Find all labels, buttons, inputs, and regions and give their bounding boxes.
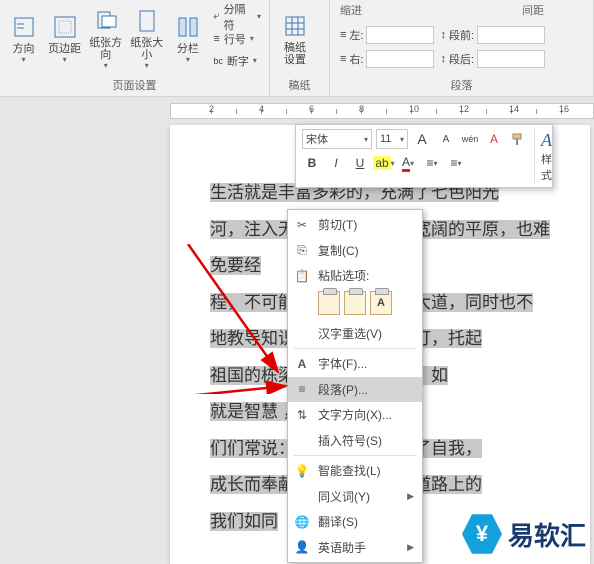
hex-icon: ¥ <box>462 512 502 556</box>
copy-item[interactable]: ⎘复制(C) <box>288 238 422 264</box>
line-numbers-button[interactable]: ≡行号▾ <box>213 29 261 49</box>
size-icon <box>133 7 161 35</box>
chevron-right-icon: ▶ <box>407 491 414 502</box>
size-button[interactable]: 纸张大小 ▾ <box>127 6 166 72</box>
manuscript-button[interactable]: 稿纸 设置 <box>274 6 316 72</box>
mini-toolbar: 宋体▾ 11▾ A A wén A B I U ab▾ A▾ ≡▾ ≡▾ A 样… <box>295 124 553 188</box>
context-menu: ✂剪切(T) ⎘复制(C) 📋粘贴选项: A 汉字重选(V) A字体(F)...… <box>287 209 423 563</box>
clear-format-button[interactable]: A <box>484 129 504 149</box>
hanzi-reselect-item[interactable]: 汉字重选(V) <box>288 321 422 347</box>
shrink-font-button[interactable]: A <box>436 129 456 149</box>
spacing-after-input[interactable] <box>477 50 545 68</box>
pinyin-button[interactable]: wén <box>460 129 480 149</box>
lightbulb-icon: 💡 <box>294 464 310 478</box>
chevron-down-icon: ▾ <box>104 61 108 70</box>
chevron-down-icon: ▾ <box>257 12 261 21</box>
chevron-down-icon: ▾ <box>145 61 149 70</box>
breaks-button[interactable]: ⤶分隔符▾ <box>213 7 261 27</box>
paragraph-icon: ≡ <box>294 382 310 396</box>
bullets-button[interactable]: ≡▾ <box>422 153 442 173</box>
hyphenation-icon: bc <box>213 56 223 66</box>
italic-button[interactable]: I <box>326 153 346 173</box>
chevron-down-icon: ▾ <box>253 56 257 65</box>
indent-left-input[interactable] <box>366 26 434 44</box>
grow-font-button[interactable]: A <box>412 129 432 149</box>
text-direction-item[interactable]: ⇅文字方向(X)... <box>288 402 422 428</box>
hyphenation-button[interactable]: bc断字▾ <box>213 51 261 71</box>
paste-icon: 📋 <box>294 269 310 283</box>
synonyms-item[interactable]: 同义词(Y)▶ <box>288 484 422 510</box>
format-painter-button[interactable] <box>508 129 528 149</box>
bold-button[interactable]: B <box>302 153 322 173</box>
paste-keep-source-button[interactable] <box>318 291 340 315</box>
direction-icon <box>10 13 38 41</box>
chevron-down-icon: ▾ <box>22 55 26 64</box>
size-label: 纸张大小 <box>127 37 166 61</box>
text-direction-icon: ⇅ <box>294 408 310 422</box>
watermark-logo: ¥ 易软汇 <box>462 512 586 556</box>
cut-item[interactable]: ✂剪切(T) <box>288 212 422 238</box>
chevron-down-icon: ▾ <box>63 55 67 64</box>
underline-button[interactable]: U <box>350 153 370 173</box>
chevron-down-icon: ▾ <box>186 55 190 64</box>
font-item[interactable]: A字体(F)... <box>288 351 422 377</box>
translate-icon: 🌐 <box>294 515 310 529</box>
font-size-select[interactable]: 11▾ <box>376 129 408 149</box>
doc-line[interactable]: 我们如同 <box>210 512 278 531</box>
orientation-button[interactable]: 纸张方向 ▾ <box>86 6 125 72</box>
insert-symbol-item[interactable]: 插入符号(S) <box>288 428 422 454</box>
manuscript-label: 稿纸 设置 <box>284 42 306 66</box>
chevron-down-icon: ▾ <box>250 34 254 43</box>
english-assistant-item[interactable]: 👤英语助手▶ <box>288 535 422 561</box>
page-setup-group-label: 页面设置 <box>4 75 265 96</box>
columns-icon <box>174 13 202 41</box>
highlight-button[interactable]: ab▾ <box>374 153 394 173</box>
spacing-before-icon: ↕ <box>440 29 446 41</box>
breaks-icon: ⤶ <box>213 10 219 23</box>
paragraph-item[interactable]: ≡段落(P)... <box>288 377 422 403</box>
copy-icon: ⎘ <box>294 243 310 258</box>
margins-button[interactable]: 页边距 ▾ <box>45 6 84 72</box>
margins-icon <box>51 13 79 41</box>
direction-button[interactable]: 方向 ▾ <box>4 6 43 72</box>
paragraph-group-label: 段落 <box>334 75 589 96</box>
translate-item[interactable]: 🌐翻译(S) <box>288 509 422 535</box>
paste-options-label: 📋粘贴选项: <box>288 263 422 289</box>
orientation-icon <box>92 7 120 35</box>
horizontal-ruler[interactable]: 2 4 6 8 10 12 14 16 <box>170 103 594 119</box>
styles-button[interactable]: A 样式 <box>534 129 552 183</box>
paste-text-only-button[interactable]: A <box>370 291 392 315</box>
line-numbers-icon: ≡ <box>213 33 219 45</box>
spacing-before-input[interactable] <box>477 26 545 44</box>
manuscript-group-label: 稿纸 <box>274 75 325 96</box>
manuscript-icon <box>281 12 309 40</box>
font-icon: A <box>294 357 310 371</box>
scissors-icon: ✂ <box>294 218 310 232</box>
font-color-button[interactable]: A▾ <box>398 153 418 173</box>
spacing-after-icon: ↕ <box>440 53 446 65</box>
columns-button[interactable]: 分栏 ▾ <box>168 6 207 72</box>
margins-label: 页边距 <box>48 43 81 55</box>
columns-label: 分栏 <box>177 43 199 55</box>
paste-merge-button[interactable] <box>344 291 366 315</box>
indent-right-icon: ≡ <box>340 53 346 65</box>
smart-lookup-item[interactable]: 💡智能查找(L) <box>288 458 422 484</box>
assistant-icon: 👤 <box>294 540 310 554</box>
numbering-button[interactable]: ≡▾ <box>446 153 466 173</box>
indent-left-icon: ≡ <box>340 29 346 41</box>
direction-label: 方向 <box>13 43 35 55</box>
orientation-label: 纸张方向 <box>86 37 125 61</box>
indent-right-input[interactable] <box>366 50 434 68</box>
chevron-right-icon: ▶ <box>407 542 414 553</box>
styles-icon: A <box>541 130 552 151</box>
font-family-select[interactable]: 宋体▾ <box>302 129 372 149</box>
